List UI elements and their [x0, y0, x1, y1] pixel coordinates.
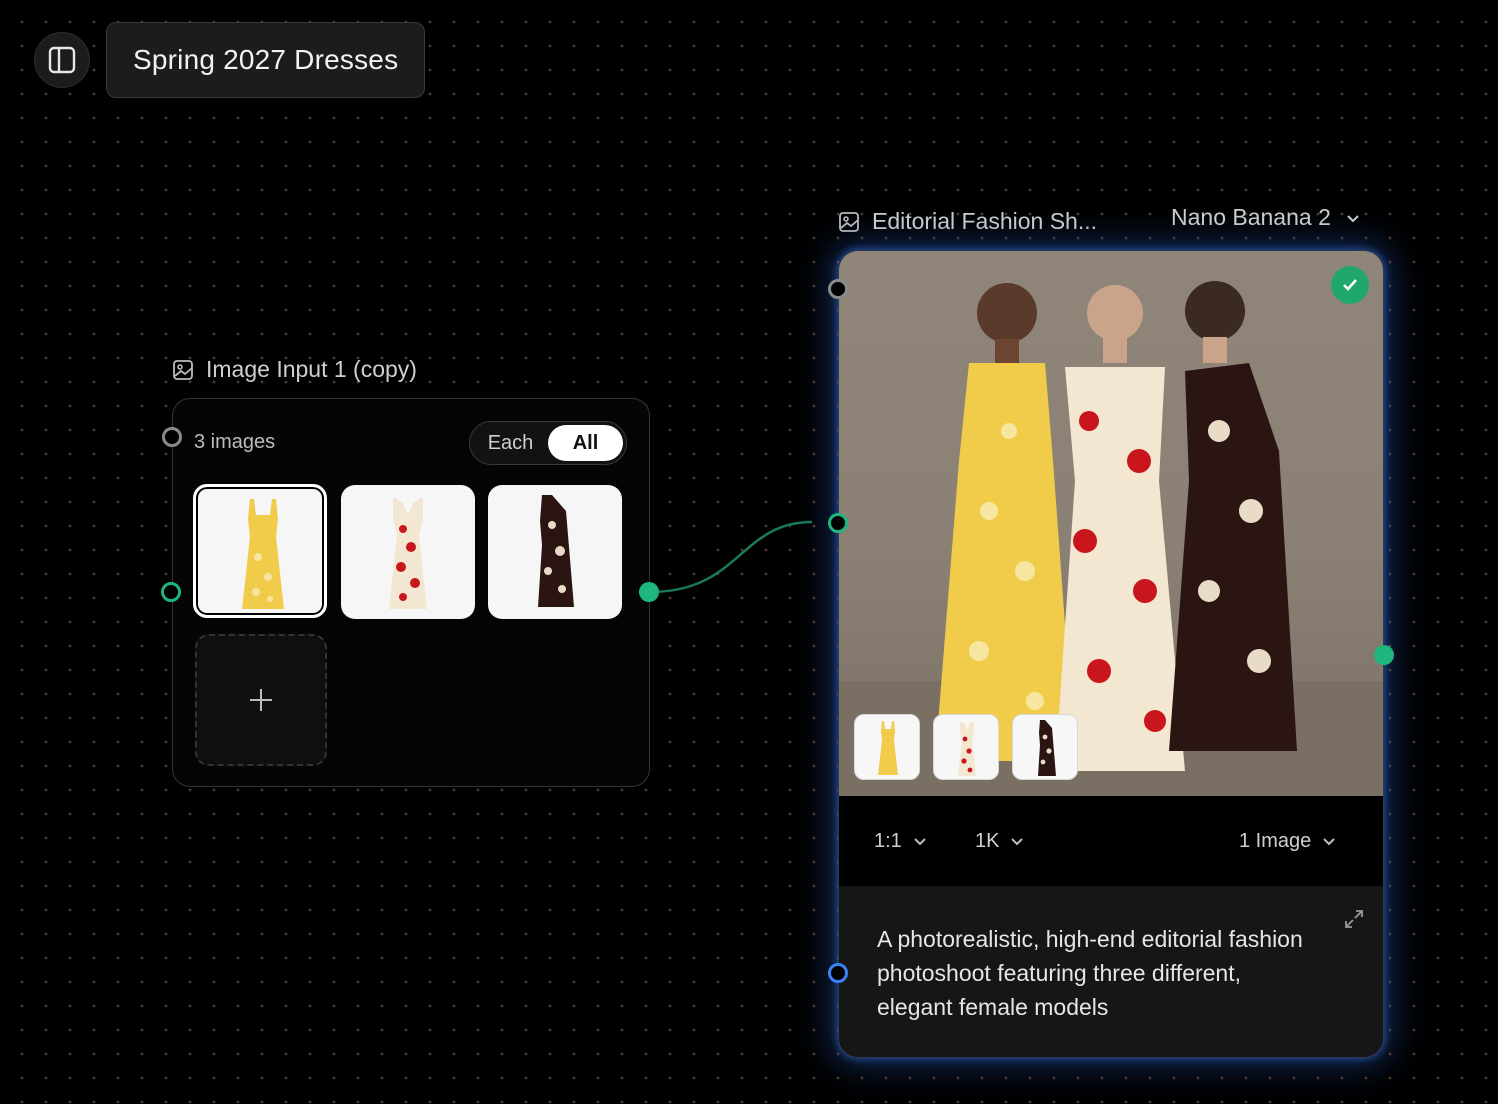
chevron-down-icon [1323, 838, 1335, 846]
reference-thumb[interactable] [1012, 714, 1078, 780]
gen-node-top-port[interactable] [828, 279, 848, 299]
sidebar-toggle-button[interactable] [34, 32, 90, 88]
image-input-node[interactable]: 3 images Each All [172, 398, 650, 787]
input-node-left-port[interactable] [161, 582, 181, 602]
generation-settings-bar: 1:1 1K 1 Image [839, 796, 1383, 886]
chevron-down-icon [1011, 838, 1024, 846]
image-count-select[interactable]: 1 Image [1239, 796, 1337, 886]
input-node-output-port[interactable] [639, 582, 659, 602]
resolution-value: 1K [975, 829, 1000, 852]
mode-toggle[interactable]: Each All [469, 421, 627, 465]
aspect-ratio-select[interactable]: 1:1 [874, 796, 928, 886]
chevron-down-icon [1347, 214, 1359, 222]
input-node-top-port[interactable] [162, 427, 182, 447]
aspect-ratio-value: 1:1 [874, 829, 902, 852]
check-icon [1343, 279, 1357, 291]
reference-thumb[interactable] [854, 714, 920, 780]
add-image-button[interactable] [195, 634, 327, 766]
yellow-dress-image [878, 721, 898, 775]
red-dress-image [958, 721, 976, 776]
image-count-value: 1 Image [1239, 829, 1312, 852]
red-dress-image [389, 497, 427, 609]
workspace-title[interactable]: Spring 2027 Dresses [106, 22, 426, 98]
mode-all-option[interactable]: All [548, 425, 623, 461]
image-icon [839, 211, 859, 232]
fashion-photo-illustration [839, 281, 1383, 796]
gen-node-output-port[interactable] [1374, 645, 1394, 665]
plus-icon [250, 689, 272, 711]
image-icon [173, 359, 193, 380]
mode-each-option[interactable]: Each [473, 425, 548, 461]
input-node-label: Image Input 1 (copy) [172, 356, 417, 383]
input-node-title: Image Input 1 (copy) [206, 356, 417, 382]
images-count: 3 images [194, 431, 276, 453]
gen-node-title: Editorial Fashion Sh... [872, 208, 1098, 234]
sidebar-icon [48, 46, 76, 74]
yellow-dress-image [242, 499, 284, 609]
input-image-thumb[interactable] [341, 485, 475, 619]
chevron-down-icon [914, 838, 926, 846]
expand-icon[interactable] [1343, 908, 1365, 930]
workflow-canvas[interactable]: Spring 2027 Dresses Image Input 1 (copy)… [0, 0, 1498, 1104]
reference-thumb[interactable] [933, 714, 999, 780]
prompt-text[interactable]: A photorealistic, high-end editorial fas… [877, 922, 1317, 1024]
input-image-thumb[interactable] [193, 484, 327, 618]
black-dress-image [538, 495, 574, 607]
generated-image[interactable] [839, 251, 1383, 796]
model-name: Nano Banana 2 [1171, 204, 1331, 230]
image-generation-node[interactable]: 1:1 1K 1 Image A photorealistic, high-en… [838, 250, 1384, 1058]
input-image-thumb[interactable] [488, 485, 622, 619]
black-dress-image [1038, 720, 1056, 776]
gen-node-image-input-port[interactable] [828, 513, 848, 533]
prompt-box[interactable]: A photorealistic, high-end editorial fas… [839, 886, 1383, 1057]
model-selector[interactable]: Nano Banana 2 [1171, 204, 1361, 231]
status-complete-badge [1331, 266, 1369, 304]
resolution-select[interactable]: 1K [975, 796, 1025, 886]
gen-node-label: Editorial Fashion Sh... [838, 208, 1097, 235]
gen-node-prompt-port[interactable] [828, 963, 848, 983]
